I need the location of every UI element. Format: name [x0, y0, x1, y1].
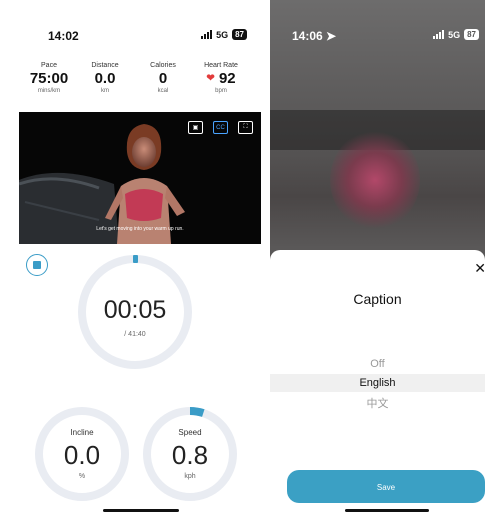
- blurred-video-background: [330, 130, 420, 230]
- incline-label: Incline: [70, 428, 94, 437]
- battery-icon: 87: [232, 29, 247, 40]
- metric-value: ❤ 92: [191, 71, 251, 87]
- timer-progress-marker: [133, 255, 138, 263]
- metric-heart-rate: Heart Rate ❤ 92 bpm: [191, 62, 251, 94]
- incline-value: 0.0: [63, 440, 101, 470]
- video-toolbar: ▣ CC ⛶: [188, 121, 253, 134]
- speed-value: 0.8: [171, 440, 209, 470]
- caption-sheet: ✕ Caption Off English 中文 Save: [270, 250, 485, 517]
- status-bar: 14:06 ➤ 5G 87: [270, 24, 485, 44]
- caption-option-off[interactable]: Off: [270, 358, 485, 370]
- metric-value: 0: [158, 70, 168, 87]
- signal-icon: [201, 30, 213, 39]
- metric-label: Distance: [91, 62, 119, 69]
- caption-screen: 14:06 ➤ 5G 87 ✕ Caption Off English 中文 S…: [270, 0, 485, 517]
- status-right: 5G 87: [433, 29, 479, 40]
- metric-label: Calories: [150, 62, 176, 69]
- metrics-row: Pace 75:00 mins/km Distance 0.0 km Calor…: [19, 62, 261, 102]
- speed-label: Speed: [178, 428, 202, 437]
- sheet-title: Caption: [353, 291, 402, 307]
- metric-unit: mins/km: [37, 88, 61, 94]
- home-indicator[interactable]: [103, 509, 179, 512]
- battery-icon: 87: [464, 29, 479, 40]
- metric-value: 0.0: [94, 70, 116, 87]
- timer-elapsed: 00:05: [103, 296, 167, 324]
- stop-button[interactable]: [26, 254, 48, 276]
- video-subtitle: Let's get moving into your warm up run.: [96, 226, 184, 232]
- timer-total: / 41:40: [124, 331, 146, 338]
- save-button[interactable]: Save: [287, 470, 485, 503]
- caption-option-english[interactable]: English: [270, 374, 485, 392]
- metric-calories: Calories 0 kcal: [133, 62, 193, 94]
- metric-label: Heart Rate: [204, 62, 238, 69]
- network-label: 5G: [448, 29, 461, 40]
- status-time: 14:02: [48, 29, 79, 43]
- speed-progress-arc: [189, 406, 205, 417]
- stop-icon: [33, 261, 41, 269]
- metric-label: Pace: [41, 62, 57, 69]
- metric-pace: Pace 75:00 mins/km: [19, 62, 79, 94]
- signal-icon: [433, 30, 445, 39]
- fullscreen-icon[interactable]: ⛶: [238, 121, 253, 134]
- location-arrow-icon: ➤: [326, 29, 337, 43]
- network-label: 5G: [216, 29, 229, 40]
- home-indicator[interactable]: [345, 509, 429, 512]
- workout-screen: 14:02 5G 87 Pace 75:00 mins/km Distance …: [19, 0, 261, 517]
- status-right: 5G 87: [201, 29, 247, 40]
- video-player[interactable]: ▣ CC ⛶ Let's get moving into your warm u…: [19, 112, 261, 244]
- incline-unit: %: [78, 473, 86, 480]
- close-icon[interactable]: ✕: [474, 260, 485, 277]
- heart-rate-value: 92: [218, 70, 236, 87]
- status-time: 14:06 ➤: [292, 29, 337, 43]
- cc-button[interactable]: CC: [213, 121, 228, 134]
- heart-icon: ❤: [206, 73, 215, 84]
- metric-unit: kcal: [157, 88, 169, 94]
- status-bar: 14:02 5G 87: [19, 24, 261, 44]
- metric-unit: bpm: [215, 88, 227, 94]
- picture-in-picture-icon[interactable]: ▣: [188, 121, 203, 134]
- metric-value: 75:00: [29, 70, 69, 87]
- metric-distance: Distance 0.0 km: [75, 62, 135, 94]
- metric-unit: km: [101, 88, 109, 94]
- speed-unit: kph: [184, 473, 196, 480]
- caption-option-chinese[interactable]: 中文: [270, 395, 485, 411]
